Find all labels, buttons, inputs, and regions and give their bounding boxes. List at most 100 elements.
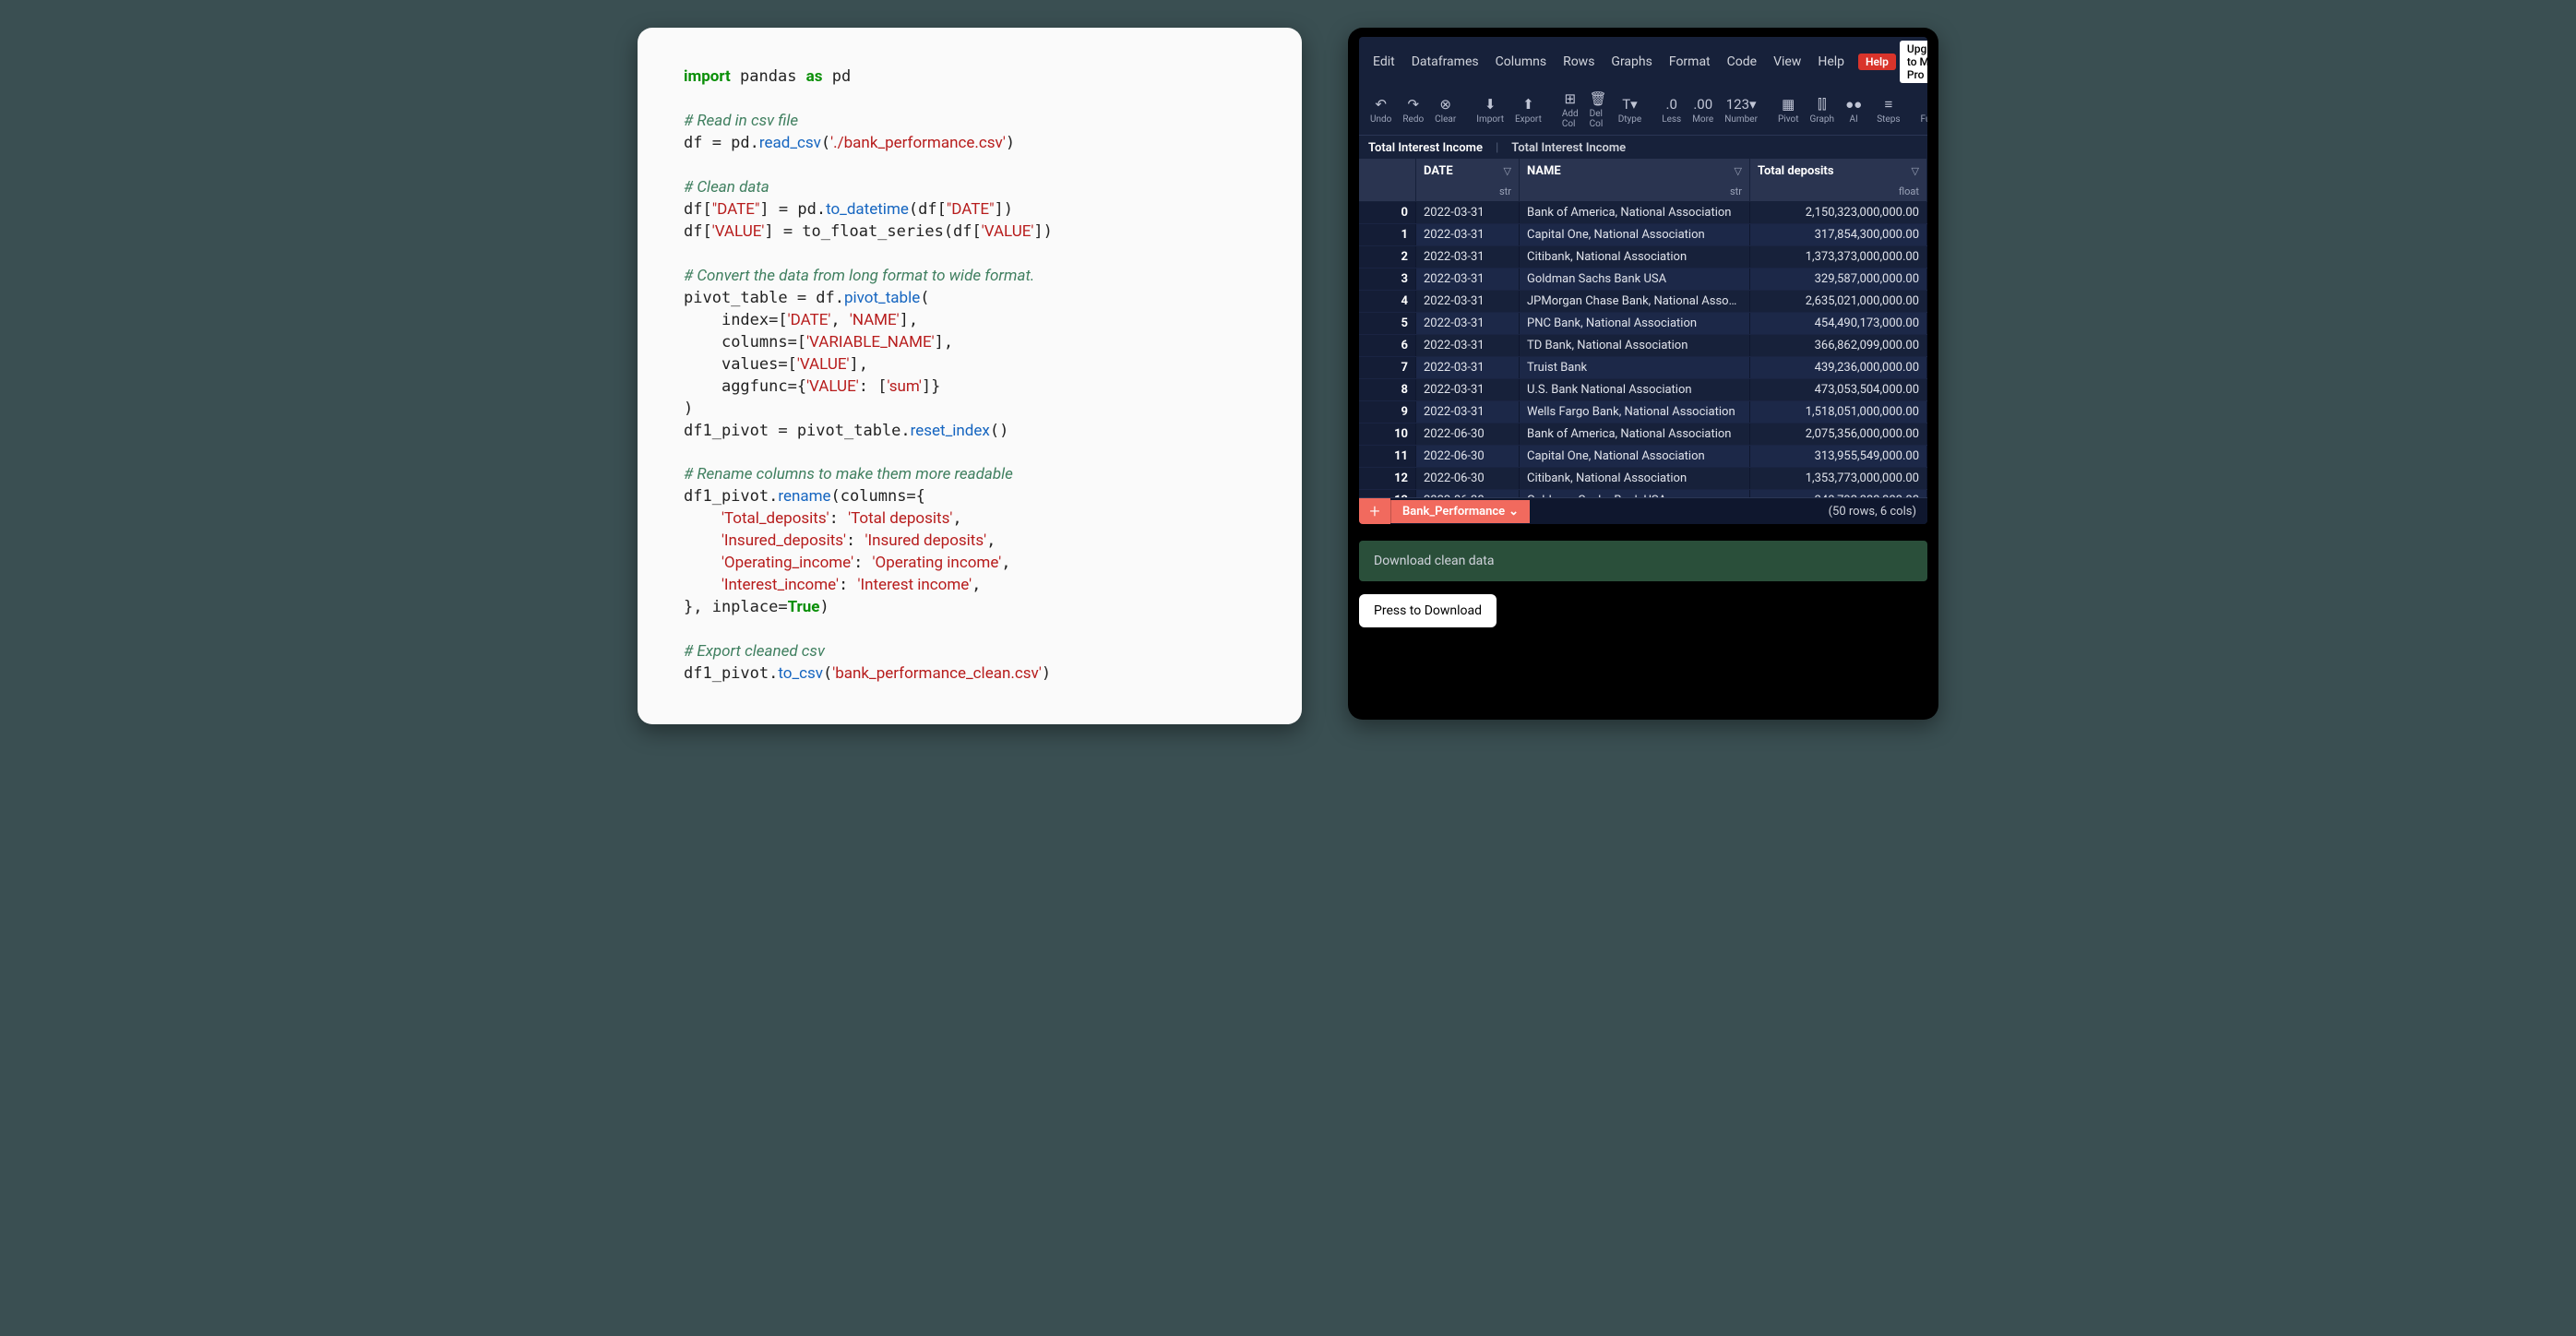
menu-edit[interactable]: Edit (1366, 52, 1401, 72)
table-row[interactable]: 12022-03-31Capital One, National Associa… (1359, 224, 1927, 246)
cell-date[interactable]: 2022-06-30 (1416, 490, 1520, 497)
toolbar-add-col-button[interactable]: ⊞Add Col (1558, 90, 1582, 129)
menu-help[interactable]: Help (1811, 52, 1851, 72)
cell-date[interactable]: 2022-03-31 (1416, 268, 1520, 290)
toolbar-more-button[interactable]: .00More (1688, 96, 1717, 125)
cell-date[interactable]: 2022-03-31 (1416, 313, 1520, 334)
cell-date[interactable]: 2022-06-30 (1416, 468, 1520, 489)
cell-date[interactable]: 2022-03-31 (1416, 379, 1520, 400)
cell-name[interactable]: PNC Bank, National Association (1520, 313, 1750, 334)
cell-total-deposits[interactable]: 2,150,323,000,000.00 (1750, 202, 1927, 223)
column-dtype: str (1499, 185, 1511, 197)
cell-date[interactable]: 2022-03-31 (1416, 246, 1520, 268)
cell-total-deposits[interactable]: 439,236,000,000.00 (1750, 357, 1927, 378)
cell-total-deposits[interactable]: 454,490,173,000.00 (1750, 313, 1927, 334)
filter-icon[interactable]: ▽ (1912, 165, 1919, 177)
tab-total-interest-income-1[interactable]: Total Interest Income (1368, 141, 1483, 155)
menu-view[interactable]: View (1767, 52, 1807, 72)
menu-format[interactable]: Format (1663, 52, 1717, 72)
cell-total-deposits[interactable]: 317,854,300,000.00 (1750, 224, 1927, 245)
cell-name[interactable]: Goldman Sachs Bank USA (1520, 268, 1750, 290)
column-header-date[interactable]: DATE▽str (1416, 159, 1520, 201)
help-badge[interactable]: Help (1858, 54, 1896, 70)
cell-date[interactable]: 2022-03-31 (1416, 224, 1520, 245)
table-row[interactable]: 42022-03-31JPMorgan Chase Bank, National… (1359, 291, 1927, 313)
row-index: 4 (1359, 291, 1416, 312)
cell-date[interactable]: 2022-03-31 (1416, 202, 1520, 223)
toolbar-import-button[interactable]: ⬇Import (1473, 96, 1508, 125)
toolbar-fullscreen-button[interactable]: ⤢Fullscreen (1916, 96, 1927, 125)
cell-date[interactable]: 2022-03-31 (1416, 401, 1520, 423)
menu-rows[interactable]: Rows (1556, 52, 1601, 72)
menu-columns[interactable]: Columns (1489, 52, 1553, 72)
cell-name[interactable]: Goldman Sachs Bank USA (1520, 490, 1750, 497)
cell-date[interactable]: 2022-06-30 (1416, 423, 1520, 445)
cell-name[interactable]: Citibank, National Association (1520, 246, 1750, 268)
column-header-total-deposits[interactable]: Total deposits▽float (1750, 159, 1927, 201)
cell-date[interactable]: 2022-03-31 (1416, 335, 1520, 356)
toolbar-export-button[interactable]: ⬆Export (1511, 96, 1545, 125)
cell-name[interactable]: Citibank, National Association (1520, 468, 1750, 489)
table-row[interactable]: 112022-06-30Capital One, National Associ… (1359, 446, 1927, 468)
toolbar-clear-button[interactable]: ⊗Clear (1431, 96, 1460, 125)
table-row[interactable]: 52022-03-31PNC Bank, National Associatio… (1359, 313, 1927, 335)
cell-total-deposits[interactable]: 366,862,099,000.00 (1750, 335, 1927, 356)
upgrade-button[interactable]: Upgrade to Mito Pro (1900, 41, 1927, 83)
cell-total-deposits[interactable]: 329,587,000,000.00 (1750, 268, 1927, 290)
toolbar-less-button[interactable]: .0Less (1658, 96, 1685, 125)
toolbar-pivot-button[interactable]: ▦Pivot (1774, 96, 1803, 125)
menu-graphs[interactable]: Graphs (1604, 52, 1658, 72)
toolbar-undo-button[interactable]: ↶Undo (1366, 96, 1395, 125)
menu-code[interactable]: Code (1721, 52, 1763, 72)
cell-date[interactable]: 2022-03-31 (1416, 357, 1520, 378)
toolbar-redo-button[interactable]: ↷Redo (1399, 96, 1427, 125)
cell-total-deposits[interactable]: 473,053,504,000.00 (1750, 379, 1927, 400)
table-row[interactable]: 82022-03-31U.S. Bank National Associatio… (1359, 379, 1927, 401)
toolbar-label: Export (1515, 114, 1542, 125)
cell-name[interactable]: Wells Fargo Bank, National Association (1520, 401, 1750, 423)
cell-total-deposits[interactable]: 313,955,549,000.00 (1750, 446, 1927, 467)
cell-total-deposits[interactable]: 348,792,000,000.00 (1750, 490, 1927, 497)
filter-icon[interactable]: ▽ (1504, 165, 1511, 177)
cell-name[interactable]: JPMorgan Chase Bank, National Associa… (1520, 291, 1750, 312)
cell-name[interactable]: Capital One, National Association (1520, 446, 1750, 467)
cell-total-deposits[interactable]: 1,518,051,000,000.00 (1750, 401, 1927, 423)
table-row[interactable]: 22022-03-31Citibank, National Associatio… (1359, 246, 1927, 268)
filter-icon[interactable]: ▽ (1735, 165, 1742, 177)
table-row[interactable]: 122022-06-30Citibank, National Associati… (1359, 468, 1927, 490)
tab-total-interest-income-2[interactable]: Total Interest Income (1511, 141, 1626, 155)
cell-date[interactable]: 2022-03-31 (1416, 291, 1520, 312)
menu-dataframes[interactable]: Dataframes (1405, 52, 1485, 72)
table-row[interactable]: 62022-03-31TD Bank, National Association… (1359, 335, 1927, 357)
cell-name[interactable]: Bank of America, National Association (1520, 202, 1750, 223)
toolbar-graph-button[interactable]: ⫿⫿Graph (1806, 96, 1838, 125)
toolbar-del-col-button[interactable]: 🗑Del Col (1586, 90, 1611, 129)
toolbar-label: More (1692, 114, 1713, 125)
column-header-index[interactable] (1359, 159, 1416, 201)
cell-name[interactable]: TD Bank, National Association (1520, 335, 1750, 356)
cell-name[interactable]: Bank of America, National Association (1520, 423, 1750, 445)
column-header-name[interactable]: NAME▽str (1520, 159, 1750, 201)
table-row[interactable]: 32022-03-31Goldman Sachs Bank USA329,587… (1359, 268, 1927, 291)
cell-name[interactable]: Capital One, National Association (1520, 224, 1750, 245)
cell-total-deposits[interactable]: 1,373,373,000,000.00 (1750, 246, 1927, 268)
toolbar-ai-button[interactable]: ●●AI (1842, 96, 1866, 125)
table-row[interactable]: 02022-03-31Bank of America, National Ass… (1359, 202, 1927, 224)
toolbar-dtype-button[interactable]: T▾Dtype (1615, 96, 1645, 125)
toolbar-steps-button[interactable]: ≡Steps (1873, 96, 1903, 125)
add-sheet-button[interactable]: + (1359, 498, 1390, 524)
table-row[interactable]: 132022-06-30Goldman Sachs Bank USA348,79… (1359, 490, 1927, 497)
cell-total-deposits[interactable]: 2,635,021,000,000.00 (1750, 291, 1927, 312)
table-row[interactable]: 102022-06-30Bank of America, National As… (1359, 423, 1927, 446)
table-row[interactable]: 92022-03-31Wells Fargo Bank, National As… (1359, 401, 1927, 423)
ai-icon: ●● (1845, 96, 1862, 113)
toolbar-number-button[interactable]: 123▾Number (1721, 96, 1761, 125)
cell-name[interactable]: U.S. Bank National Association (1520, 379, 1750, 400)
cell-name[interactable]: Truist Bank (1520, 357, 1750, 378)
download-button[interactable]: Press to Download (1359, 594, 1497, 627)
cell-total-deposits[interactable]: 1,353,773,000,000.00 (1750, 468, 1927, 489)
cell-date[interactable]: 2022-06-30 (1416, 446, 1520, 467)
sheet-tab-bank-performance[interactable]: Bank_Performance ⌄ (1390, 500, 1530, 523)
cell-total-deposits[interactable]: 2,075,356,000,000.00 (1750, 423, 1927, 445)
table-row[interactable]: 72022-03-31Truist Bank439,236,000,000.00 (1359, 357, 1927, 379)
